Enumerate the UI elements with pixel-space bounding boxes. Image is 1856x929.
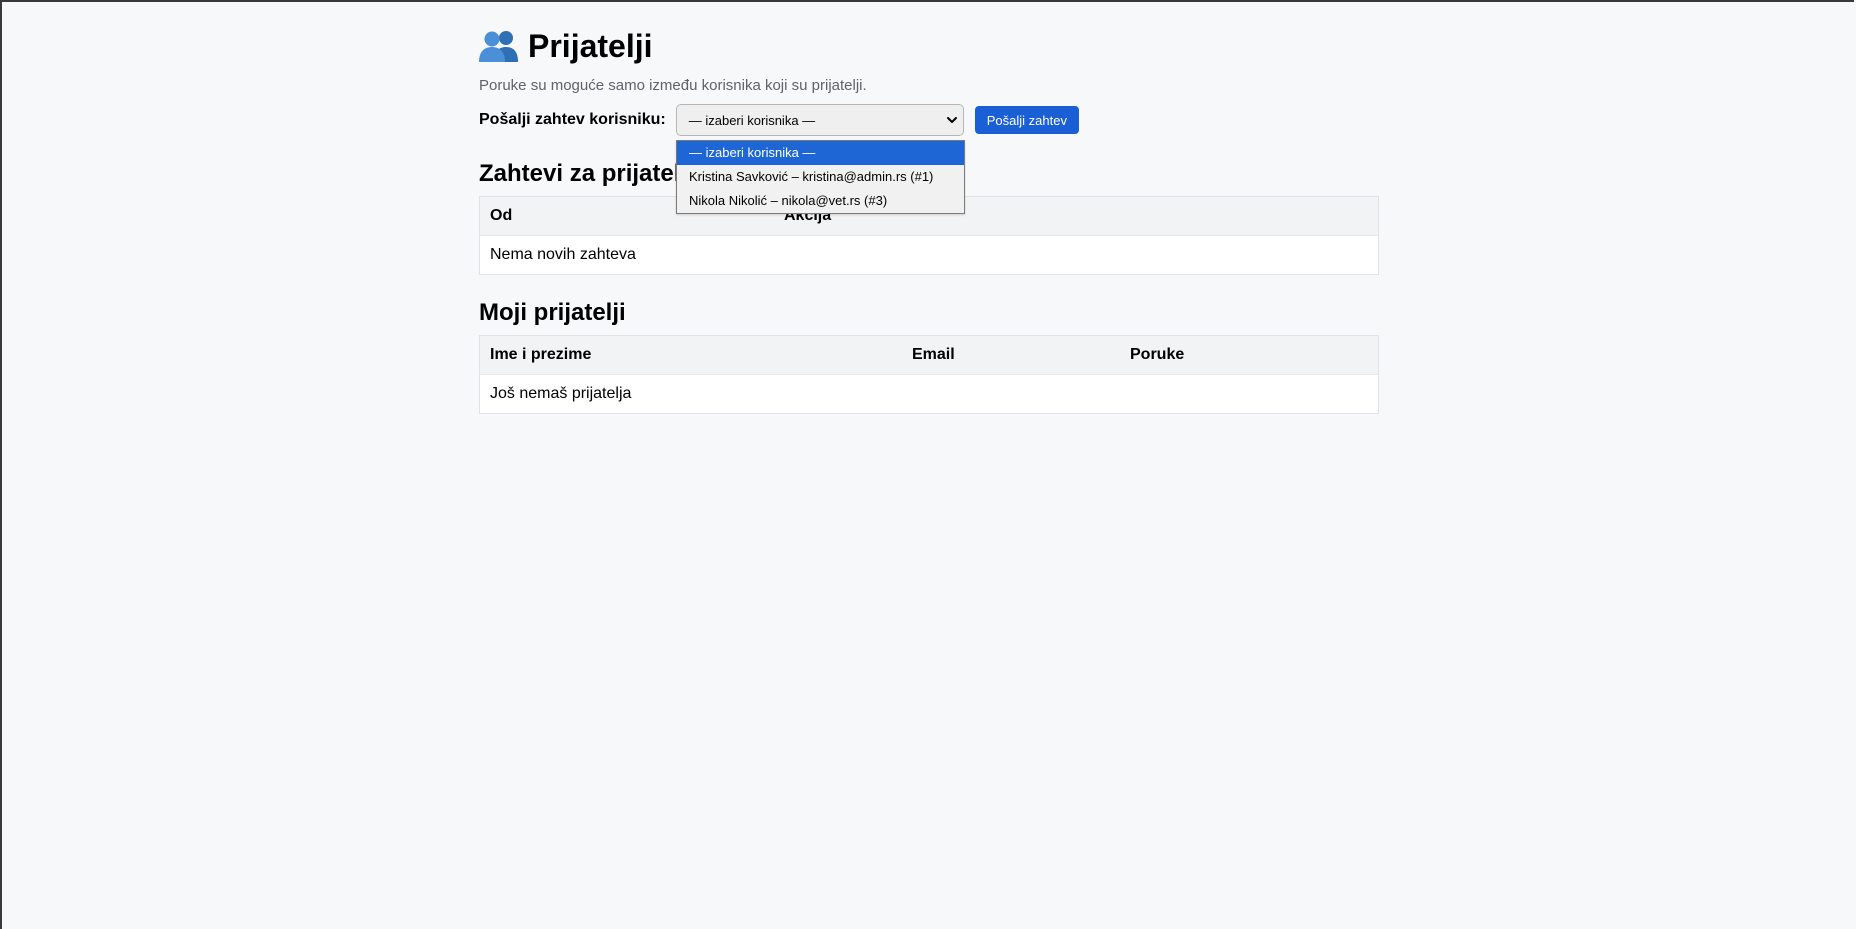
- send-request-button[interactable]: Pošalji zahtev: [974, 106, 1079, 134]
- user-option-kristina[interactable]: Kristina Savković – kristina@admin.rs (#…: [677, 165, 964, 189]
- column-header-messages: Poruke: [1120, 335, 1379, 375]
- column-header-email: Email: [902, 335, 1120, 375]
- friends-page: Prijatelji Poruke su moguće samo između …: [479, 24, 1379, 414]
- my-friends-table: Ime i prezime Email Poruke Još nemaš pri…: [479, 335, 1379, 414]
- user-select-dropdown: — izaberi korisnika — Kristina Savković …: [676, 140, 965, 214]
- people-icon: [479, 28, 519, 64]
- my-friends-section: Moji prijatelji Ime i prezime Email Poru…: [479, 297, 1379, 414]
- user-select-value: — izaberi korisnika —: [688, 112, 816, 128]
- column-header-name: Ime i prezime: [479, 335, 902, 375]
- page-title: Prijatelji: [528, 28, 653, 64]
- table-row: Nema novih zahteva: [479, 235, 1379, 275]
- page-subtitle: Poruke su moguće samo između korisnika k…: [479, 77, 867, 94]
- page-header: Prijatelji: [479, 24, 1379, 68]
- table-row: Još nemaš prijatelja: [479, 374, 1379, 414]
- user-option-placeholder[interactable]: — izaberi korisnika —: [677, 141, 964, 165]
- user-select[interactable]: — izaberi korisnika —: [675, 104, 964, 136]
- user-option-nikola[interactable]: Nikola Nikolić – nikola@vet.rs (#3): [677, 189, 964, 213]
- send-request-form: Pošalji zahtev korisniku: — izaberi kori…: [479, 104, 1379, 214]
- chevron-down-icon: [945, 113, 959, 127]
- empty-friends-text: Još nemaš prijatelja: [479, 374, 1379, 414]
- my-friends-heading: Moji prijatelji: [479, 299, 626, 326]
- empty-requests-text: Nema novih zahteva: [479, 235, 1379, 275]
- table-header-row: Ime i prezime Email Poruke: [479, 335, 1379, 375]
- send-request-label: Pošalji zahtev korisniku:: [479, 111, 666, 128]
